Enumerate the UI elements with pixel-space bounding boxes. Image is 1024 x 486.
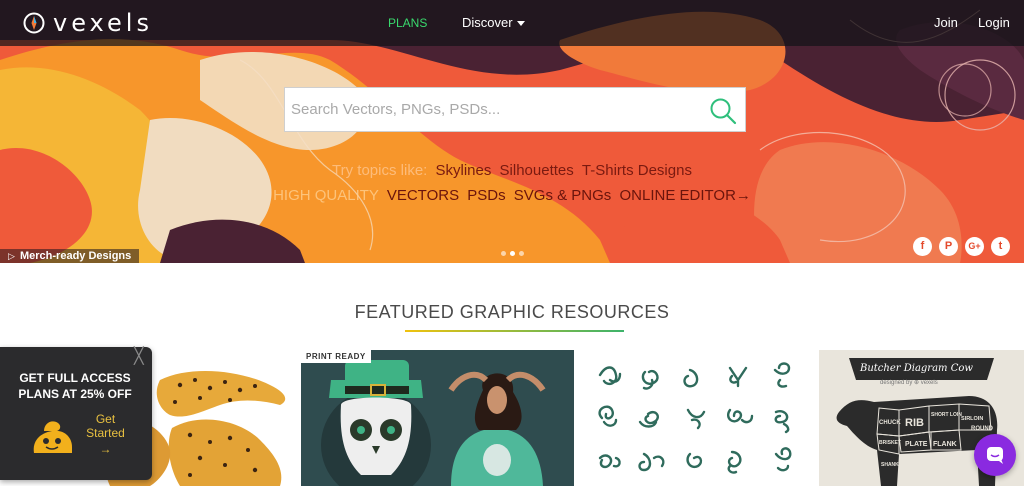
merch-label: Merch-ready Designs bbox=[20, 250, 132, 262]
nav-plans-link[interactable]: PLANS bbox=[388, 15, 427, 31]
topics-suggestions: Try topics like: Skylines Silhouettes T-… bbox=[0, 162, 1024, 180]
nav-discover-label: Discover bbox=[462, 15, 513, 30]
skull-shirt-illustration bbox=[301, 350, 574, 486]
get-started-label: Get Started bbox=[86, 412, 125, 440]
cut-brisket-label: BRISKET bbox=[879, 440, 901, 446]
ornaments-illustration bbox=[598, 362, 792, 474]
discount-promo-popup: ╳ GET FULL ACCESS PLANS AT 25% OFF Get S… bbox=[0, 347, 152, 480]
cut-plate-label: PLATE bbox=[905, 441, 928, 448]
top-navigation-bar: vexels PLANS Discover Join Login bbox=[0, 0, 1024, 46]
brand-wordmark: vexels bbox=[53, 9, 153, 37]
resource-card-ornaments[interactable] bbox=[580, 350, 814, 486]
cut-round-label: ROUND bbox=[971, 426, 994, 432]
carousel-dot[interactable] bbox=[501, 251, 506, 256]
butcher-diagram-title: Butcher Diagram Cow bbox=[860, 363, 973, 374]
nav-join-link[interactable]: Join bbox=[934, 15, 958, 31]
cut-chuck-label: CHUCK bbox=[879, 420, 901, 426]
cut-shank-label: SHANK bbox=[881, 462, 899, 468]
caret-down-icon bbox=[516, 20, 525, 26]
arrow-right-icon: → bbox=[99, 442, 112, 456]
resource-card-skull-shirt[interactable] bbox=[301, 350, 574, 486]
topic-link-tshirts[interactable]: T-Shirts Designs bbox=[582, 162, 692, 179]
promo-subheadline: PLANS AT 25% OFF bbox=[18, 387, 132, 401]
get-started-button[interactable]: Get Started → bbox=[78, 412, 133, 456]
title-underline bbox=[405, 330, 624, 332]
search-input[interactable] bbox=[285, 88, 695, 131]
topic-link-skylines[interactable]: Skylines bbox=[436, 162, 492, 179]
google-plus-icon[interactable]: G+ bbox=[965, 237, 984, 256]
vexels-logo[interactable]: vexels bbox=[22, 9, 153, 37]
cut-short-loin-label: SHORT LOIN bbox=[931, 412, 962, 418]
search-icon[interactable] bbox=[709, 97, 737, 125]
merch-ready-designs-link[interactable]: ▷ Merch-ready Designs bbox=[0, 249, 140, 263]
nav-login-link[interactable]: Login bbox=[978, 15, 1010, 31]
nav-discover-dropdown[interactable]: Discover bbox=[462, 15, 525, 31]
quality-lead: HIGH QUALITY bbox=[273, 187, 379, 204]
topics-lead: Try topics like: bbox=[332, 162, 428, 179]
play-icon: ▷ bbox=[8, 251, 15, 261]
chat-icon bbox=[987, 447, 1003, 464]
quality-link-online-editor[interactable]: ONLINE EDITOR→ bbox=[619, 187, 750, 204]
cut-flank-label: FLANK bbox=[933, 441, 957, 448]
quality-link-psds[interactable]: PSDs bbox=[467, 187, 505, 204]
carousel-dot[interactable] bbox=[510, 251, 515, 256]
topic-link-silhouettes[interactable]: Silhouettes bbox=[500, 162, 574, 179]
close-icon[interactable]: ╳ bbox=[134, 349, 144, 365]
twitter-icon[interactable]: t bbox=[991, 237, 1010, 256]
butcher-diagram-byline: designed by ⊕ vexels bbox=[880, 380, 938, 386]
print-ready-badge: PRINT READY bbox=[301, 350, 371, 363]
chat-launcher-button[interactable] bbox=[974, 434, 1016, 476]
social-links: f P G+ t bbox=[913, 237, 1010, 256]
page: vexels PLANS Discover Join Login Try top… bbox=[0, 0, 1024, 486]
quality-link-vectors[interactable]: VECTORS bbox=[387, 187, 459, 204]
facebook-icon[interactable]: f bbox=[913, 237, 932, 256]
quality-links: HIGH QUALITY VECTORS PSDs SVGs & PNGs ON… bbox=[0, 187, 1024, 205]
quality-link-svgs-pngs[interactable]: SVGs & PNGs bbox=[514, 187, 612, 204]
cut-sirloin-label: SIRLOIN bbox=[961, 416, 983, 422]
carousel-dots bbox=[501, 251, 524, 256]
compass-logo-icon bbox=[23, 12, 45, 34]
search-box bbox=[284, 87, 746, 132]
pinterest-icon[interactable]: P bbox=[939, 237, 958, 256]
cut-rib-label: RIB bbox=[905, 417, 924, 429]
featured-section-title: FEATURED GRAPHIC RESOURCES bbox=[354, 302, 670, 322]
carousel-dot[interactable] bbox=[519, 251, 524, 256]
hero-banner: vexels PLANS Discover Join Login Try top… bbox=[0, 0, 1024, 263]
promo-headline: GET FULL ACCESS bbox=[19, 371, 131, 385]
mascot-icon bbox=[33, 421, 72, 453]
